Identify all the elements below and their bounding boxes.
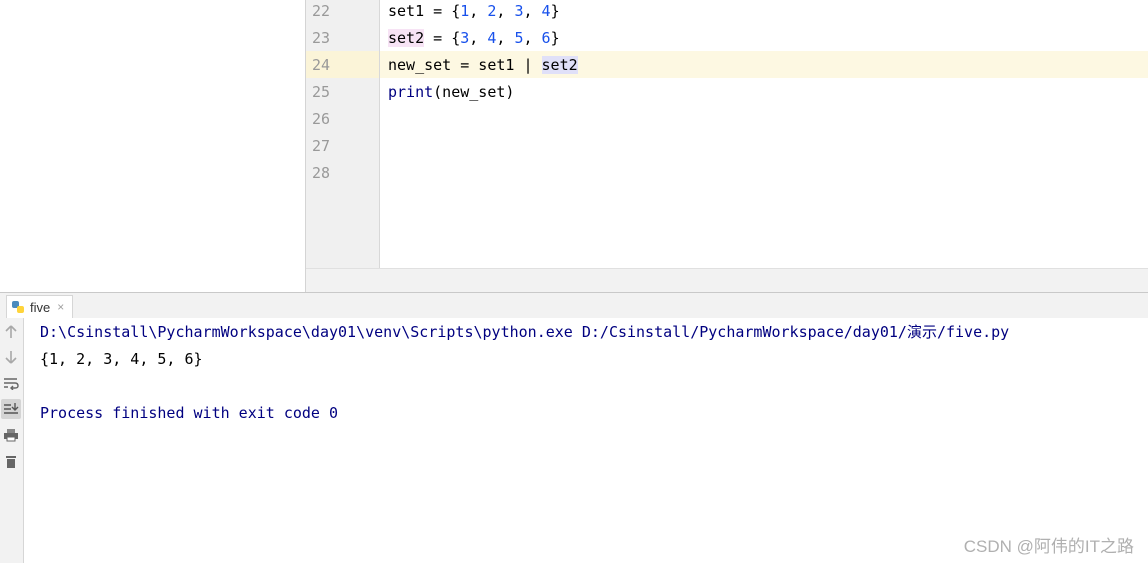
expression: new_set = set1 | [388, 56, 542, 74]
number: 3 [460, 29, 470, 47]
op: = { [424, 2, 461, 20]
op: = { [424, 29, 461, 47]
number: 4 [541, 2, 551, 20]
close-icon[interactable]: × [57, 300, 64, 314]
run-toolbar [0, 318, 24, 563]
code-area[interactable]: set1 = {1, 2, 3, 4} set2 = {3, 4, 5, 6} … [388, 0, 1148, 268]
comma: , [523, 2, 542, 20]
brace: } [550, 29, 560, 47]
line-number: 27 [312, 137, 331, 155]
line-number: 26 [312, 110, 331, 128]
line-number-gutter: 22 23 24 25 26 27 28 [306, 0, 380, 268]
arrow-up-icon[interactable] [1, 322, 21, 342]
trash-icon[interactable] [1, 451, 21, 471]
var-set2: set2 [388, 29, 425, 47]
scroll-to-end-icon[interactable] [1, 399, 21, 419]
run-tab-bar: five × [0, 292, 1148, 319]
line-number: 23 [312, 29, 331, 47]
code-editor[interactable]: 22 23 24 25 26 27 28 set1 = {1, 2, 3, 4}… [306, 0, 1148, 293]
comma: , [469, 29, 488, 47]
number: 6 [541, 29, 551, 47]
editor-horizontal-scrollbar[interactable] [306, 268, 1148, 293]
print-icon[interactable] [1, 425, 21, 445]
comma: , [496, 29, 515, 47]
comma: , [469, 2, 488, 20]
line-number: 22 [312, 2, 331, 20]
run-console[interactable]: D:\Csinstall\PycharmWorkspace\day01\venv… [24, 318, 1148, 563]
arrow-down-icon[interactable] [1, 347, 21, 367]
run-tab-label: five [30, 299, 51, 315]
code-line-22[interactable]: set1 = {1, 2, 3, 4} [388, 0, 560, 25]
console-output-line: {1, 2, 3, 4, 5, 6} [40, 350, 203, 368]
comma: , [496, 2, 515, 20]
var-set2-usage: set2 [541, 56, 578, 74]
soft-wrap-icon[interactable] [1, 373, 21, 393]
call-args: (new_set) [433, 83, 515, 101]
python-icon [11, 300, 25, 314]
code-line-24[interactable]: new_set = set1 | set2 [388, 52, 578, 79]
project-pane [0, 0, 306, 292]
comma: , [523, 29, 542, 47]
line-number: 24 [312, 56, 331, 74]
watermark: CSDN @阿伟的IT之路 [963, 537, 1134, 556]
code-line-25[interactable]: print(new_set) [388, 79, 514, 106]
var-set1: set1 [388, 2, 425, 20]
code-line-23[interactable]: set2 = {3, 4, 5, 6} [388, 25, 560, 52]
line-number: 25 [312, 83, 331, 101]
console-command-line: D:\Csinstall\PycharmWorkspace\day01\venv… [40, 323, 1010, 341]
run-tab-five[interactable]: five × [6, 295, 74, 318]
brace: } [550, 2, 560, 20]
builtin-print: print [388, 83, 434, 101]
number: 1 [460, 2, 470, 20]
line-number: 28 [312, 164, 331, 182]
console-exit-line: Process finished with exit code 0 [40, 404, 339, 422]
